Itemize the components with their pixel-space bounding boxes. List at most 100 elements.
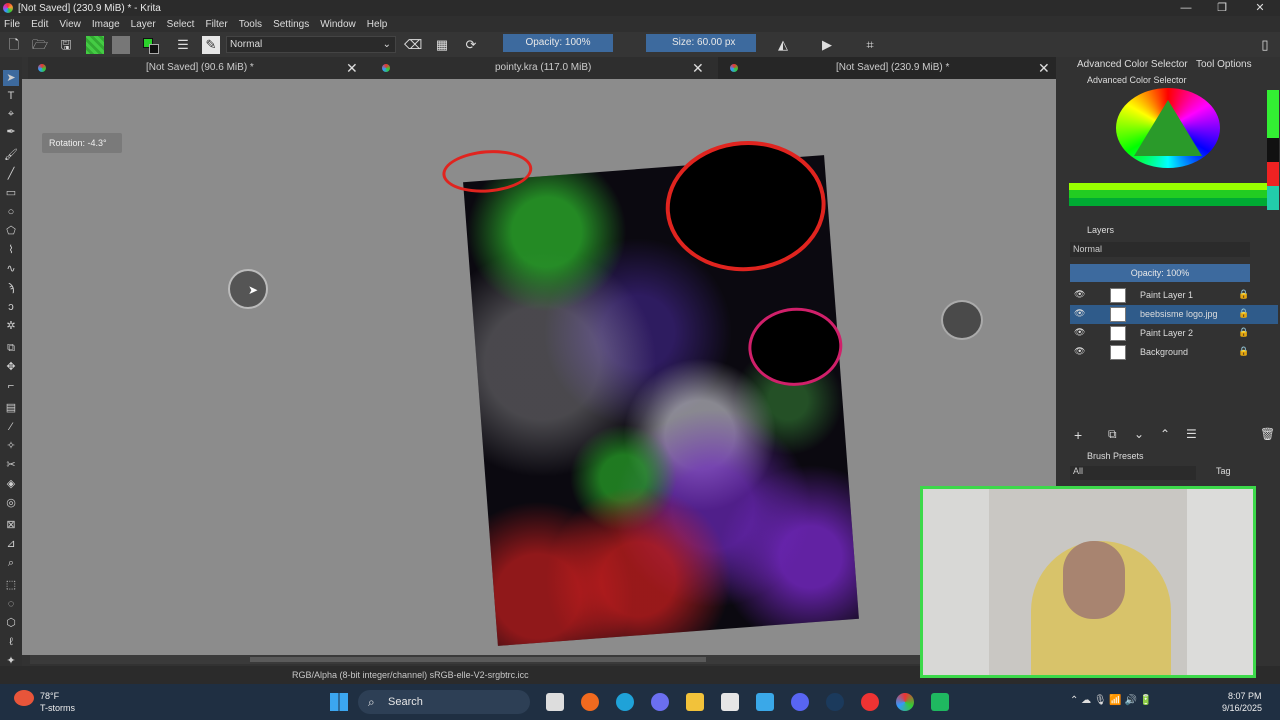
color-triangle[interactable]	[1134, 100, 1202, 156]
menu-window[interactable]: Window	[320, 19, 356, 30]
eraser-mode-icon[interactable]: ⌫	[404, 36, 422, 54]
weather-temp[interactable]: 78°F	[40, 691, 59, 701]
size-slider[interactable]: Size: 60.00 px	[646, 34, 756, 52]
tab-pointy-kra[interactable]: pointy.kra (117.0 MiB)	[495, 57, 591, 79]
layer-row[interactable]: 👁 beebsisme logo.jpg 🔒	[1070, 305, 1278, 324]
menu-edit[interactable]: Edit	[31, 19, 48, 30]
line-tool-icon[interactable]: ╱	[3, 166, 19, 182]
measure-tool-icon[interactable]: ⊿	[3, 536, 19, 552]
gradient-tool-icon[interactable]: ▤	[3, 400, 19, 416]
gradient-swatch-icon[interactable]	[112, 36, 130, 54]
krita-taskbar-icon[interactable]	[896, 693, 914, 711]
polygon-select-tool-icon[interactable]: ⬡	[3, 615, 19, 631]
dock-layout-icon[interactable]: ▯	[1256, 36, 1274, 54]
store-icon[interactable]	[721, 693, 739, 711]
fg-bg-color-icon[interactable]	[141, 36, 159, 54]
ellipse-tool-icon[interactable]: ○	[3, 204, 19, 220]
system-tray-icons[interactable]: ⌃ ☁ 🎙 📶 🔊 🔋	[1070, 695, 1152, 706]
menu-settings[interactable]: Settings	[273, 19, 309, 30]
select-shapes-tool-icon[interactable]: ➤	[3, 70, 19, 86]
scrollbar-thumb[interactable]	[250, 657, 706, 662]
polygon-tool-icon[interactable]: ⬠	[3, 223, 19, 239]
add-layer-icon[interactable]: +	[1074, 427, 1082, 443]
menu-layer[interactable]: Layer	[131, 19, 156, 30]
enclose-fill-tool-icon[interactable]: ◎	[3, 495, 19, 511]
delete-layer-icon[interactable]: 🗑	[1260, 427, 1275, 441]
move-tool-icon[interactable]: ✥	[3, 359, 19, 375]
artwork-canvas-image[interactable]	[440, 135, 859, 646]
discord-icon[interactable]	[791, 693, 809, 711]
windows-start-icon[interactable]	[330, 693, 348, 711]
opacity-slider[interactable]: Opacity: 100%	[503, 34, 613, 52]
layers-blend-select[interactable]: Normal	[1070, 242, 1250, 257]
color-picker-tool-icon[interactable]: ⁄	[3, 419, 19, 435]
eye-icon[interactable]: 👁	[1074, 346, 1085, 357]
color-shades-strip[interactable]	[1069, 183, 1267, 206]
menu-tools[interactable]: Tools	[239, 19, 262, 30]
close-tab-icon[interactable]: ✕	[692, 57, 704, 79]
smart-patch-tool-icon[interactable]: ✂	[3, 457, 19, 473]
edit-shapes-tool-icon[interactable]: ⌖	[3, 106, 19, 122]
menu-filter[interactable]: Filter	[205, 19, 227, 30]
move-layer-down-icon[interactable]: ⌄	[1134, 427, 1144, 441]
brush-preset-icon[interactable]: ✎	[202, 36, 220, 54]
task-view-icon[interactable]	[546, 693, 564, 711]
layer-row[interactable]: 👁 Paint Layer 1 🔒	[1070, 286, 1278, 305]
close-tab-icon[interactable]: ✕	[346, 57, 358, 79]
polyline-tool-icon[interactable]: ⌇	[3, 242, 19, 258]
colorize-mask-tool-icon[interactable]: ✧	[3, 438, 19, 454]
blend-mode-select[interactable]: Normal ⌄	[226, 36, 396, 53]
close-tab-icon[interactable]: ✕	[1038, 57, 1050, 79]
eye-icon[interactable]: 👁	[1074, 308, 1085, 319]
crop-tool-icon[interactable]: ⌐	[3, 378, 19, 394]
menu-file[interactable]: File	[4, 19, 20, 30]
ellipse-select-tool-icon[interactable]: ◌	[3, 596, 19, 612]
firefox-icon[interactable]	[581, 693, 599, 711]
menu-select[interactable]: Select	[167, 19, 195, 30]
reload-preset-icon[interactable]: ⟳	[462, 36, 480, 54]
text-tool-icon[interactable]: T	[3, 88, 19, 104]
taskbar-search[interactable]: ⌕ Search	[358, 690, 530, 714]
layer-properties-icon[interactable]: ☰	[1186, 427, 1197, 441]
brush-settings-icon[interactable]: ☰	[174, 36, 192, 54]
tab-not-saved-90[interactable]: [Not Saved] (90.6 MiB) *	[146, 57, 254, 79]
file-explorer-icon[interactable]	[686, 693, 704, 711]
layer-row[interactable]: 👁 Paint Layer 2 🔒	[1070, 324, 1278, 343]
tab-advanced-color-selector[interactable]: Advanced Color Selector	[1077, 59, 1188, 70]
background-color-swatch[interactable]	[149, 44, 159, 54]
calligraphy-tool-icon[interactable]: ✒	[3, 124, 19, 140]
open-document-icon[interactable]: 🗁	[31, 36, 49, 54]
layer-row[interactable]: 👁 Background 🔒	[1070, 343, 1278, 362]
duplicate-layer-icon[interactable]: ⧉	[1108, 427, 1117, 442]
tab-not-saved-230[interactable]: [Not Saved] (230.9 MiB) *	[836, 57, 949, 79]
clock-date[interactable]: 9/16/2025	[1222, 703, 1262, 713]
dynamic-brush-tool-icon[interactable]: ↄ	[3, 299, 19, 315]
tab-tool-options[interactable]: Tool Options	[1196, 59, 1252, 70]
horizontal-scrollbar[interactable]	[30, 655, 1056, 664]
mirror-vertical-icon[interactable]: ▶	[818, 36, 836, 54]
lock-icon[interactable]: 🔒	[1238, 308, 1249, 319]
brush-tag-button[interactable]: Tag	[1216, 466, 1231, 476]
lock-icon[interactable]: 🔒	[1238, 289, 1249, 300]
clock-time[interactable]: 8:07 PM	[1228, 691, 1262, 701]
minimize-button[interactable]: —	[1168, 0, 1204, 16]
menu-image[interactable]: Image	[92, 19, 120, 30]
menu-view[interactable]: View	[59, 19, 81, 30]
color-history-strip[interactable]	[1267, 90, 1279, 210]
preserve-alpha-icon[interactable]: ▦	[433, 36, 451, 54]
freehand-select-tool-icon[interactable]: ℓ	[3, 634, 19, 650]
eye-icon[interactable]: 👁	[1074, 327, 1085, 338]
weather-icon[interactable]	[14, 690, 34, 706]
assistant-tool-icon[interactable]: ⊠	[3, 517, 19, 533]
pattern-swatch-icon[interactable]	[86, 36, 104, 54]
wrap-around-icon[interactable]: ⌗	[861, 36, 879, 54]
menu-help[interactable]: Help	[367, 19, 388, 30]
lock-icon[interactable]: 🔒	[1238, 327, 1249, 338]
reference-tool-icon[interactable]: ⌕	[3, 555, 19, 571]
transform-tool-icon[interactable]: ⧉	[3, 340, 19, 356]
freehand-path-tool-icon[interactable]: ϡ	[3, 280, 19, 296]
obs-icon[interactable]	[931, 693, 949, 711]
layers-opacity-slider[interactable]: Opacity: 100%	[1070, 264, 1250, 282]
steam-icon[interactable]	[826, 693, 844, 711]
multibrush-tool-icon[interactable]: ✲	[3, 318, 19, 334]
